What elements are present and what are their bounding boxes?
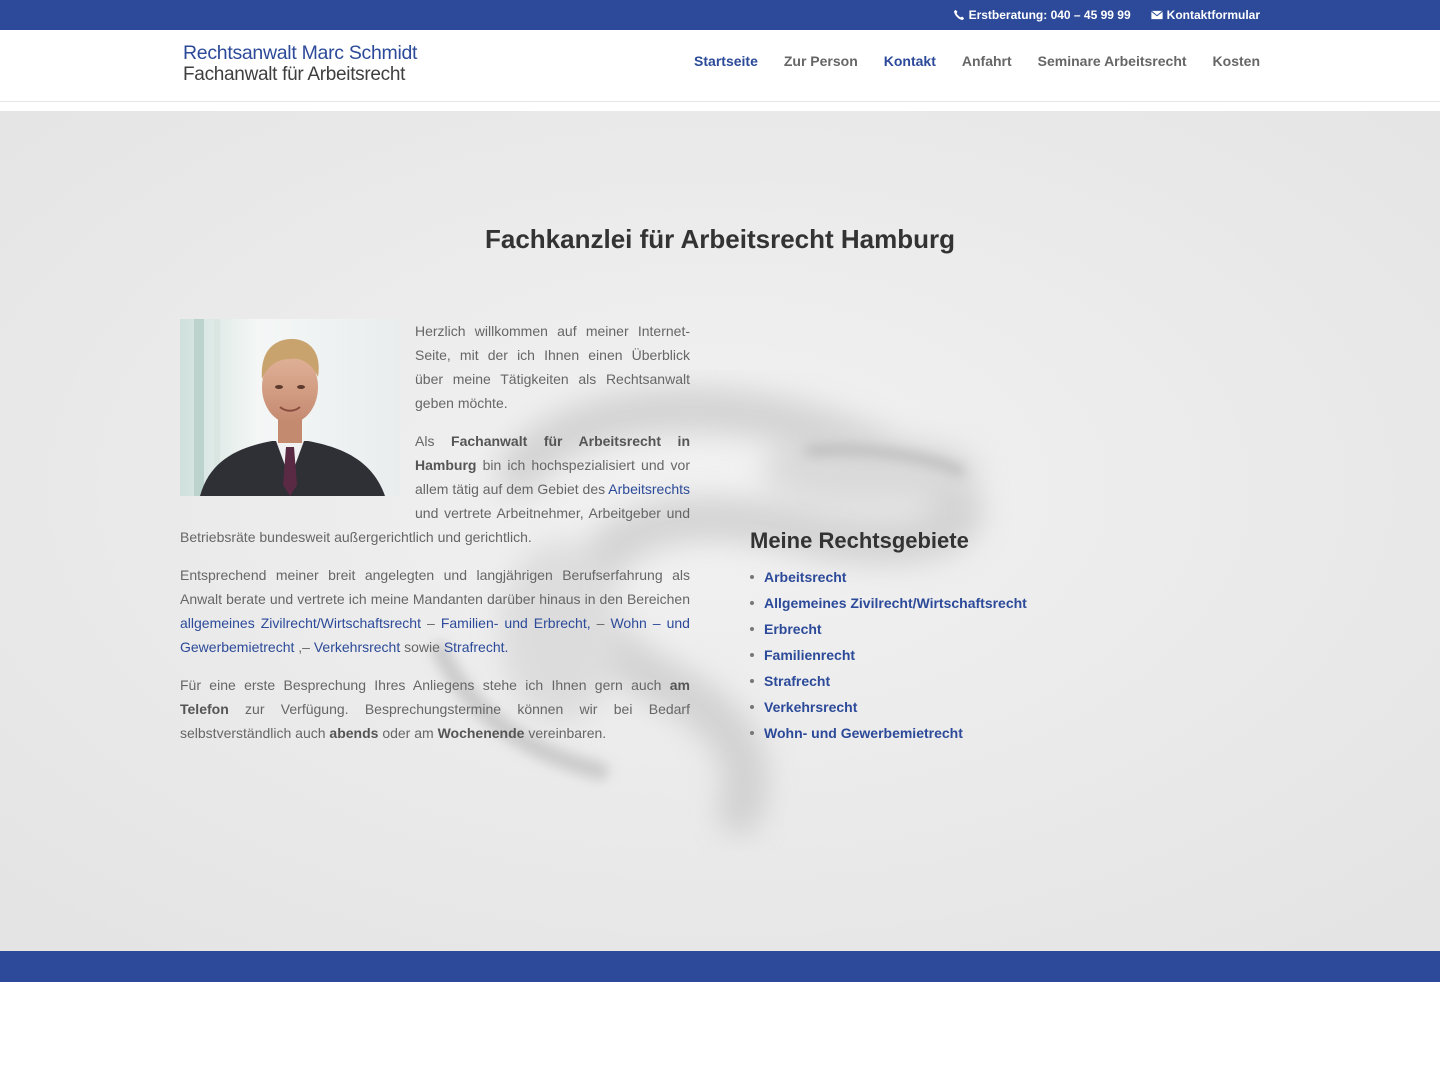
top-bar-contact: Erstberatung: 040 – 45 99 99 Kontaktform… [953,0,1260,30]
contact-form-link[interactable]: Kontaktformular [1150,8,1260,22]
text: und vertrete Arbeitnehmer, Arbeitgeber u… [180,505,690,545]
text: Entsprechend meiner breit angelegten und… [180,567,690,607]
contact-form-label: Kontaktformular [1166,8,1260,22]
practice-area-zivilrecht[interactable]: Allgemeines Zivilrecht/Wirtschaftsrecht [764,595,1027,611]
logo-line-name: Rechtsanwalt Marc Schmidt [183,42,418,64]
list-item: Allgemeines Zivilrecht/Wirtschaftsrecht [750,590,1170,616]
portrait-image [180,319,400,496]
text: – [590,615,611,631]
text: sowie [400,639,444,655]
link-verkehrsrecht[interactable]: Verkehrsrecht [314,639,400,655]
practice-areas-widget: Meine Rechtsgebiete Arbeitsrecht Allgeme… [750,528,1170,746]
list-item: Familienrecht [750,642,1170,668]
practice-area-arbeitsrecht[interactable]: Arbeitsrecht [764,569,846,585]
list-item: Wohn- und Gewerbemietrecht [750,720,1170,746]
link-arbeitsrechts[interactable]: Arbeitsrechts [608,481,690,497]
practice-area-strafrecht[interactable]: Strafrecht [764,673,830,689]
text: Als [415,433,452,449]
text: – [420,615,441,631]
text: ,– [294,639,314,655]
practice-area-verkehrsrecht[interactable]: Verkehrsrecht [764,699,857,715]
lawyer-portrait [180,319,400,496]
nav-item-kosten[interactable]: Kosten [1213,53,1260,69]
footer-bar [0,951,1440,982]
practice-areas-title: Meine Rechtsgebiete [750,528,969,553]
practice-area-erbrecht[interactable]: Erbrecht [764,621,822,637]
emphasis-wochenende: Wochenende [437,725,525,741]
nav-item-kontakt[interactable]: Kontakt [884,53,936,69]
main-nav: Startseite Zur Person Kontakt Anfahrt Se… [694,30,1260,92]
site-header: Rechtsanwalt Marc Schmidt Fachanwalt für… [0,30,1440,102]
nav-item-startseite[interactable]: Startseite [694,53,758,69]
link-strafrecht[interactable]: Strafrecht. [444,639,509,655]
list-item: Verkehrsrecht [750,694,1170,720]
nav-item-anfahrt[interactable]: Anfahrt [962,53,1012,69]
phone-label: Erstberatung: 040 – 45 99 99 [968,8,1131,22]
list-item: Strafrecht [750,668,1170,694]
site-logo[interactable]: Rechtsanwalt Marc Schmidt Fachanwalt für… [183,42,418,85]
practice-area-mietrecht[interactable]: Wohn- und Gewerbemietrecht [764,725,963,741]
text: vereinbaren. [524,725,607,741]
emphasis-abends: abends [329,725,379,741]
intro-content: Herzlich willkommen auf meiner Internet-… [180,319,690,759]
mail-icon [1150,10,1163,20]
main-section: Fachkanzlei für Arbeitsrecht Hamburg Her… [0,111,1440,951]
top-bar: Erstberatung: 040 – 45 99 99 Kontaktform… [0,0,1440,30]
list-item: Arbeitsrecht [750,564,1170,590]
text: Für eine erste Besprechung Ihres Anliege… [180,677,670,693]
phone-icon [953,9,964,20]
link-familien-erbrecht[interactable]: Familien- und Erbrecht, [441,615,591,631]
logo-line-title: Fachanwalt für Arbeitsrecht [183,63,406,85]
nav-item-seminare[interactable]: Seminare Arbeitsrecht [1038,53,1187,69]
intro-paragraph-appointments: Für eine erste Besprechung Ihres Anliege… [180,673,690,745]
intro-paragraph-areas: Entsprechend meiner breit angelegten und… [180,563,690,659]
practice-areas-list: Arbeitsrecht Allgemeines Zivilrecht/Wirt… [750,564,1170,746]
phone-link[interactable]: Erstberatung: 040 – 45 99 99 [953,8,1131,22]
list-item: Erbrecht [750,616,1170,642]
page-title: Fachkanzlei für Arbeitsrecht Hamburg [484,224,956,254]
practice-area-familienrecht[interactable]: Familienrecht [764,647,855,663]
text: oder am [378,725,438,741]
link-zivilrecht[interactable]: allgemeines Zivilrecht/Wirtschaftsrecht [180,615,421,631]
nav-item-zur-person[interactable]: Zur Person [784,53,858,69]
